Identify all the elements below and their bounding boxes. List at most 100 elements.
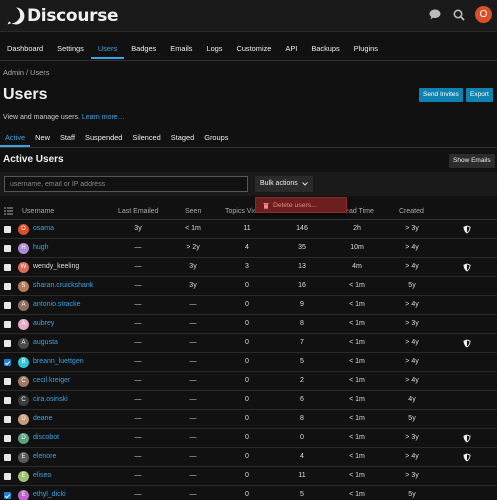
username-link[interactable]: aubrey (33, 320, 54, 327)
column-seen[interactable]: Seen (185, 208, 201, 215)
table-row[interactable]: Wwendy_keeling — 3y 3 13 4m > 4y (0, 258, 497, 277)
row-checkbox[interactable] (4, 454, 11, 461)
username-link[interactable]: ethyl_dicki (33, 491, 66, 498)
search-icon[interactable] (451, 7, 467, 23)
username-link[interactable]: deane (33, 415, 52, 422)
username-link[interactable]: wendy_keeling (33, 263, 79, 270)
shield-icon (463, 263, 471, 274)
row-checkbox[interactable] (4, 473, 11, 480)
column-last-emailed[interactable]: Last Emailed (118, 208, 158, 215)
delete-users-menu-item[interactable]: Delete users... (255, 197, 347, 213)
table-row[interactable]: Ddiscobot — — 0 0 < 1m > 3y (0, 429, 497, 448)
username-link[interactable]: osama (33, 225, 54, 232)
tab-groups[interactable]: Groups (199, 131, 233, 147)
nav-api[interactable]: API (278, 38, 304, 59)
row-checkbox[interactable] (4, 283, 11, 290)
site-header: Discourse O (0, 0, 497, 32)
bulk-actions-button[interactable]: Bulk actions (255, 176, 313, 192)
username-link[interactable]: cira.osinski (33, 396, 68, 403)
user-avatar[interactable]: S (18, 281, 29, 292)
table-row[interactable]: Ccecil.kreiger — — 0 2 < 1m > 4y (0, 372, 497, 391)
column-username[interactable]: Username (22, 208, 54, 215)
nav-customize[interactable]: Customize (229, 38, 278, 59)
tab-new[interactable]: New (30, 131, 55, 147)
nav-emails[interactable]: Emails (163, 38, 199, 59)
username-link[interactable]: augusta (33, 339, 58, 346)
username-link[interactable]: breann_luettgen (33, 358, 84, 365)
tab-staff[interactable]: Staff (55, 131, 80, 147)
cell-seen: — (189, 339, 197, 346)
tab-active[interactable]: Active (0, 131, 31, 147)
learn-more-link[interactable]: Learn more… (82, 114, 125, 121)
table-row[interactable]: Oosama 3y < 1m 11 146 2h > 3y (0, 220, 497, 239)
user-avatar[interactable]: O (475, 6, 492, 23)
username-link[interactable]: sharan.cruickshank (33, 282, 93, 289)
table-row[interactable]: Eethyl_dicki — — 0 5 < 1m 5y (0, 486, 497, 500)
nav-logs[interactable]: Logs (199, 38, 229, 59)
nav-backups[interactable]: Backups (304, 38, 346, 59)
user-avatar[interactable]: D (18, 433, 29, 444)
user-avatar[interactable]: H (18, 243, 29, 254)
table-row[interactable]: Bbreann_luettgen — — 0 5 < 1m > 4y (0, 353, 497, 372)
nav-dashboard[interactable]: Dashboard (0, 38, 50, 59)
table-row[interactable]: Eeliseo — — 0 11 < 1m > 3y (0, 467, 497, 486)
row-checkbox[interactable] (4, 302, 11, 309)
user-avatar[interactable]: A (18, 300, 29, 311)
row-checkbox[interactable] (4, 435, 11, 442)
user-avatar[interactable]: O (18, 224, 29, 235)
tab-silenced[interactable]: Silenced (127, 131, 165, 147)
cell-seen: > 2y (186, 244, 200, 251)
user-avatar[interactable]: A (18, 338, 29, 349)
row-checkbox[interactable] (4, 321, 11, 328)
column-created[interactable]: Created (399, 208, 424, 215)
row-checkbox[interactable] (4, 359, 11, 366)
chat-icon[interactable] (427, 7, 443, 23)
user-avatar[interactable]: W (18, 262, 29, 273)
cell-seen: — (189, 453, 197, 460)
row-checkbox[interactable] (4, 245, 11, 252)
table-row[interactable]: Hhugh — > 2y 4 35 10m > 4y (0, 239, 497, 258)
row-checkbox[interactable] (4, 264, 11, 271)
user-avatar[interactable]: A (18, 319, 29, 330)
nav-settings[interactable]: Settings (50, 38, 91, 59)
nav-badges[interactable]: Badges (124, 38, 163, 59)
table-row[interactable]: Aaugusta — — 0 7 < 1m > 4y (0, 334, 497, 353)
username-link[interactable]: eliseo (33, 472, 51, 479)
row-checkbox[interactable] (4, 226, 11, 233)
user-avatar[interactable]: C (18, 395, 29, 406)
table-row[interactable]: Ddeane — — 0 8 < 1m 5y (0, 410, 497, 429)
bulk-select-icon[interactable] (4, 207, 13, 217)
row-checkbox[interactable] (4, 378, 11, 385)
table-row[interactable]: Ccira.osinski — — 0 6 < 1m 4y (0, 391, 497, 410)
username-link[interactable]: cecil.kreiger (33, 377, 70, 384)
cell-read-time: < 1m (349, 377, 365, 384)
show-emails-button[interactable]: Show Emails (449, 154, 495, 168)
table-row[interactable]: Ssharan.cruickshank — 3y 0 16 < 1m 5y (0, 277, 497, 296)
username-link[interactable]: elenore (33, 453, 56, 460)
username-link[interactable]: discobot (33, 434, 59, 441)
username-link[interactable]: antonio.stracke (33, 301, 80, 308)
user-avatar[interactable]: B (18, 357, 29, 368)
user-avatar[interactable]: E (18, 452, 29, 463)
table-row[interactable]: Aantonio.stracke — — 0 9 < 1m > 4y (0, 296, 497, 315)
nav-plugins[interactable]: Plugins (347, 38, 385, 59)
user-avatar[interactable]: C (18, 376, 29, 387)
user-avatar[interactable]: D (18, 414, 29, 425)
tab-staged[interactable]: Staged (166, 131, 199, 147)
row-checkbox[interactable] (4, 492, 11, 499)
table-row[interactable]: Eelenore — — 0 4 < 1m > 4y (0, 448, 497, 467)
export-button[interactable]: Export (466, 88, 493, 102)
table-row[interactable]: Aaubrey — — 0 8 < 1m > 3y (0, 315, 497, 334)
user-search-input[interactable] (4, 176, 248, 192)
row-checkbox[interactable] (4, 416, 11, 423)
row-checkbox[interactable] (4, 397, 11, 404)
row-checkbox[interactable] (4, 340, 11, 347)
breadcrumb[interactable]: Admin / Users (3, 68, 49, 77)
discourse-logo[interactable]: Discourse (6, 6, 119, 26)
username-link[interactable]: hugh (33, 244, 49, 251)
nav-users[interactable]: Users (90, 38, 125, 59)
user-avatar[interactable]: E (18, 490, 29, 500)
user-avatar[interactable]: E (18, 471, 29, 482)
send-invites-button[interactable]: Send Invites (419, 88, 463, 102)
tab-suspended[interactable]: Suspended (80, 131, 127, 147)
